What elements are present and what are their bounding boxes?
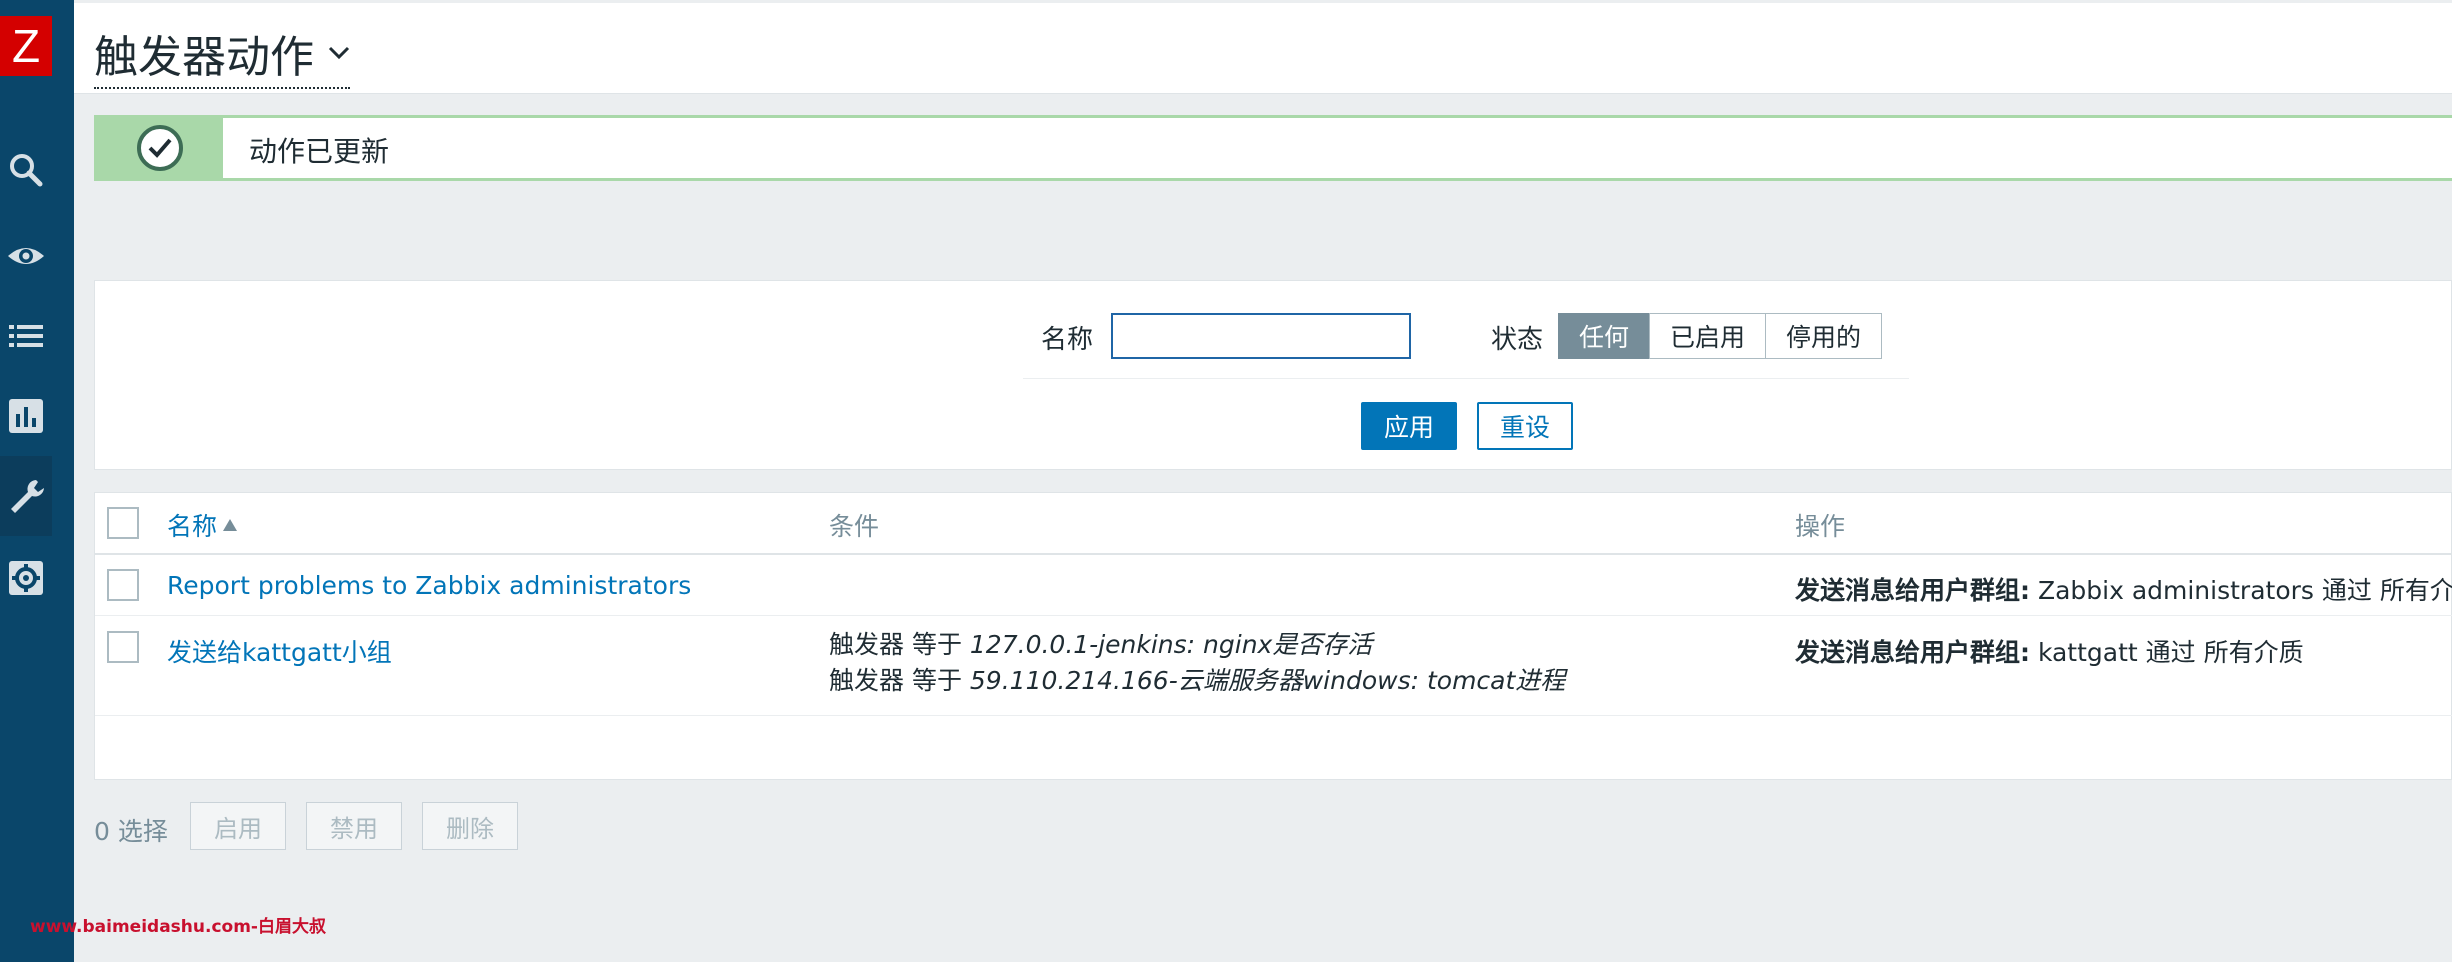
selected-count: 0 选择 (94, 817, 168, 846)
gear-icon[interactable] (0, 538, 52, 618)
chart-icon[interactable] (0, 376, 52, 456)
row-divider (95, 715, 2452, 716)
condition-value: 127.0.0.1-jenkins: nginx是否存活 (969, 630, 1373, 659)
column-header-name[interactable]: 名称 (167, 507, 238, 543)
status-segmented-control: 任何 已启用 停用的 (1558, 313, 1883, 359)
row-checkbox[interactable] (107, 569, 139, 601)
name-filter-input[interactable] (1111, 313, 1411, 359)
chevron-down-icon[interactable] (328, 46, 350, 60)
action-name-link[interactable]: 发送给kattgatt小组 (167, 633, 392, 669)
apply-button[interactable]: 应用 (1361, 402, 1457, 450)
page-header: 触发器动作 (74, 0, 2452, 94)
operation-bold-text: 发送消息给用户群组: (1795, 638, 2030, 667)
condition-line: 触发器 等于 127.0.0.1-jenkins: nginx是否存活 (829, 627, 1565, 663)
filter-panel: 名称 状态 任何 已启用 停用的 应用 重设 (94, 280, 2452, 470)
operation-text: Zabbix administrators 通过 所有介质 (2030, 576, 2452, 605)
status-filter-label: 状态 (1491, 325, 1544, 355)
table-header-divider (95, 553, 2452, 555)
condition-value: 59.110.214.166-云端服务器windows: tomcat进程 (969, 666, 1566, 695)
operation-cell: 发送消息给用户群组: kattgatt 通过 所有介质 (1795, 633, 2304, 669)
condition-line: 触发器 等于 59.110.214.166-云端服务器windows: tomc… (829, 663, 1565, 699)
filter-divider (1023, 378, 1909, 379)
watermark: www.baimeidashu.com-白眉大叔 (30, 917, 326, 937)
wrench-icon[interactable] (0, 456, 52, 536)
message-text: 动作已更新 (249, 135, 390, 168)
page-title[interactable]: 触发器动作 (94, 21, 350, 89)
status-any-option[interactable]: 任何 (1558, 313, 1651, 359)
success-message: 动作已更新 (94, 115, 2452, 181)
row-divider (95, 615, 2452, 616)
select-all-checkbox[interactable] (107, 507, 139, 539)
action-name-link[interactable]: Report problems to Zabbix administrators (167, 571, 691, 600)
column-header-conditions: 条件 (829, 512, 880, 541)
disable-button[interactable]: 禁用 (306, 802, 402, 850)
operation-cell: 发送消息给用户群组: Zabbix administrators 通过 所有介质 (1795, 571, 2452, 607)
status-enabled-option[interactable]: 已启用 (1649, 313, 1767, 359)
list-icon[interactable] (0, 296, 52, 376)
column-header-operations: 操作 (1795, 512, 1846, 541)
sort-ascending-icon (223, 519, 238, 531)
search-icon[interactable] (0, 130, 52, 210)
operation-bold-text: 发送消息给用户群组: (1795, 576, 2030, 605)
eye-icon[interactable] (0, 216, 52, 296)
actions-table: 名称 条件 操作 Report problems to Zabbix admin… (94, 492, 2452, 780)
reset-button[interactable]: 重设 (1477, 402, 1573, 450)
enable-button[interactable]: 启用 (190, 802, 286, 850)
row-checkbox[interactable] (107, 631, 139, 663)
conditions-cell: 触发器 等于 127.0.0.1-jenkins: nginx是否存活 触发器 … (829, 627, 1565, 699)
name-filter-label: 名称 (1041, 325, 1094, 355)
condition-prefix: 触发器 等于 (829, 666, 970, 695)
check-circle-icon (137, 125, 183, 171)
column-header-name-label[interactable]: 名称 (167, 507, 217, 543)
page-title-text[interactable]: 触发器动作 (94, 21, 314, 85)
condition-prefix: 触发器 等于 (829, 630, 970, 659)
zabbix-logo[interactable]: Z (0, 16, 52, 76)
status-disabled-option[interactable]: 停用的 (1765, 313, 1883, 359)
operation-text: kattgatt 通过 所有介质 (2030, 638, 2304, 667)
sidebar: Z (0, 0, 74, 962)
delete-button[interactable]: 删除 (422, 802, 518, 850)
message-icon-box (97, 118, 223, 178)
